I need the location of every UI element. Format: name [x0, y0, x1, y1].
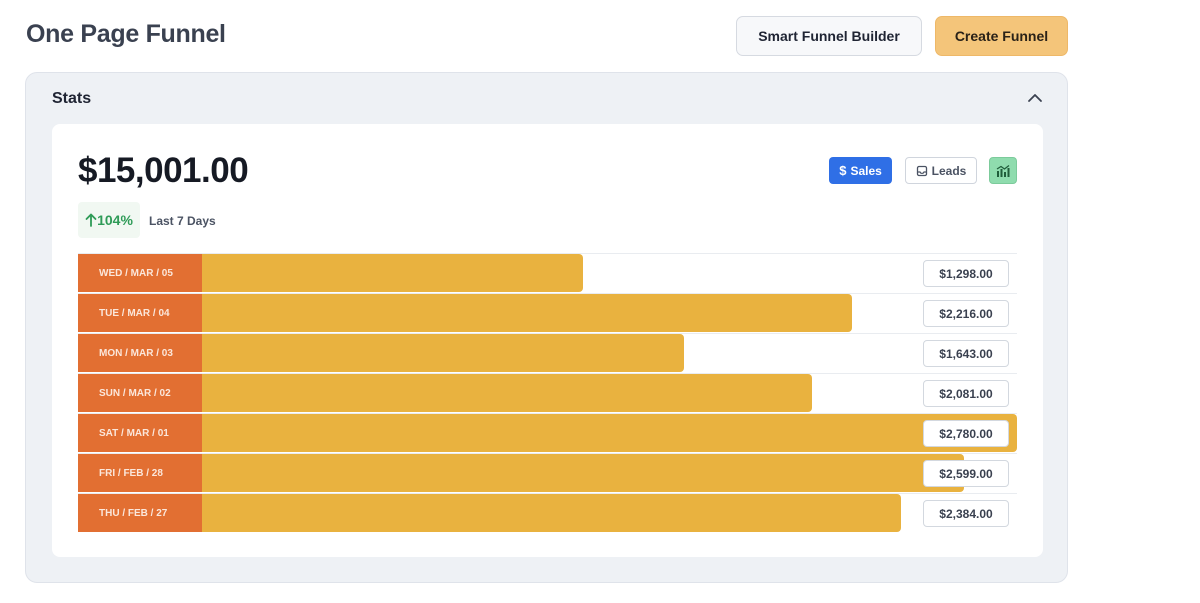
bar-value-label: $2,780.00: [923, 420, 1009, 447]
inbox-icon: [916, 165, 927, 176]
smart-funnel-builder-button[interactable]: Smart Funnel Builder: [736, 16, 922, 56]
bar-row: SAT / MAR / 01 $2,780.00: [78, 413, 1017, 453]
total-sales-value: $15,001.00: [78, 151, 249, 190]
stats-title: Stats: [52, 90, 92, 107]
bar-day-label: SAT / MAR / 01: [78, 414, 202, 452]
arrow-up-icon: [85, 213, 97, 227]
bar-value-label: $1,643.00: [923, 340, 1009, 367]
bar-row: TUE / MAR / 04 $2,216.00: [78, 293, 1017, 333]
chevron-up-icon[interactable]: [1026, 89, 1044, 107]
tab-sales-label: Sales: [850, 163, 882, 178]
bar-day-label: MON / MAR / 03: [78, 334, 202, 372]
bar-fill: [202, 294, 852, 332]
bar-chart-icon: [996, 164, 1010, 177]
bar-day-label: WED / MAR / 05: [78, 254, 202, 292]
stats-panel: Stats $15,001.00 $ Sales Leads 104% Last…: [25, 72, 1068, 583]
bar-fill: [202, 414, 1017, 452]
bar-day-label: FRI / FEB / 28: [78, 454, 202, 492]
bar-row: SUN / MAR / 02 $2,081.00: [78, 373, 1017, 413]
create-funnel-button[interactable]: Create Funnel: [935, 16, 1068, 56]
dollar-icon: $: [839, 163, 847, 178]
stats-card: $15,001.00 $ Sales Leads 104% Last 7 Day…: [52, 124, 1043, 557]
tab-leads-label: Leads: [931, 163, 967, 178]
change-badge: 104%: [78, 202, 140, 238]
bar-value-label: $2,081.00: [923, 380, 1009, 407]
bar-day-label: SUN / MAR / 02: [78, 374, 202, 412]
change-percent: 104%: [97, 212, 133, 228]
bar-fill: [202, 334, 684, 372]
bar-row: FRI / FEB / 28 $2,599.00: [78, 453, 1017, 493]
bar-day-label: TUE / MAR / 04: [78, 294, 202, 332]
period-label: Last 7 Days: [149, 214, 216, 228]
bar-day-label: THU / FEB / 27: [78, 494, 202, 532]
page-title: One Page Funnel: [26, 20, 226, 48]
bar-value-label: $2,599.00: [923, 460, 1009, 487]
bar-row: MON / MAR / 03 $1,643.00: [78, 333, 1017, 373]
bar-row: WED / MAR / 05 $1,298.00: [78, 253, 1017, 293]
bar-value-label: $2,216.00: [923, 300, 1009, 327]
bar-fill: [202, 374, 812, 412]
tab-leads[interactable]: Leads: [905, 157, 977, 184]
bar-fill: [202, 454, 964, 492]
bar-value-label: $1,298.00: [923, 260, 1009, 287]
tab-sales[interactable]: $ Sales: [829, 157, 892, 184]
tab-chart-view[interactable]: [989, 157, 1017, 184]
bar-fill: [202, 494, 901, 532]
bar-fill: [202, 254, 583, 292]
bar-value-label: $2,384.00: [923, 500, 1009, 527]
bar-row: THU / FEB / 27 $2,384.00: [78, 493, 1017, 533]
